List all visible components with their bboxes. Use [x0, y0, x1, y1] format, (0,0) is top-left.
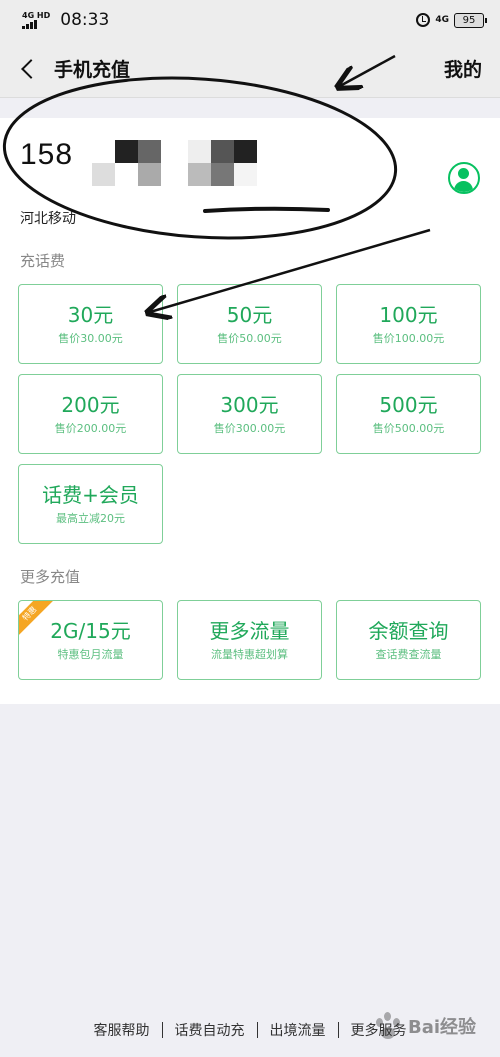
more-option-subtitle: 流量特惠超划算 [211, 647, 288, 661]
topup-option-member-bundle[interactable]: 话费+会员 最高立减20元 [18, 464, 163, 544]
topup-price: 售价500.00元 [372, 421, 445, 435]
watermark: Bai经验 [372, 1006, 482, 1046]
link-auto-recharge[interactable]: 话费自动充 [163, 1020, 257, 1040]
topup-option-200[interactable]: 200元 售价200.00元 [18, 374, 163, 454]
battery-icon: 95 [454, 12, 487, 28]
topup-price: 售价50.00元 [217, 331, 282, 345]
network-type: 4G HD [22, 10, 51, 20]
battery-level: 95 [462, 14, 476, 26]
topup-price: 售价200.00元 [54, 421, 127, 435]
back-icon[interactable] [18, 57, 42, 81]
topup-option-300[interactable]: 300元 售价300.00元 [177, 374, 322, 454]
more-option-more-data[interactable]: 更多流量 流量特惠超划算 [177, 600, 322, 680]
page-title: 手机充值 [54, 59, 131, 81]
topup-option-30[interactable]: 30元 售价30.00元 [18, 284, 163, 364]
topup-price: 售价100.00元 [372, 331, 445, 345]
signal-icon: 4G HD [22, 10, 51, 29]
phone-number-prefix: 158 [20, 138, 74, 171]
topup-amount: 200元 [61, 392, 120, 417]
more-option-subtitle: 特惠包月流量 [57, 647, 124, 661]
topup-amount: 100元 [379, 302, 438, 327]
topup-amount: 300元 [220, 392, 279, 417]
carrier-label: 河北移动 [20, 211, 76, 227]
more-option-title: 更多流量 [209, 618, 290, 643]
topup-amount: 500元 [379, 392, 438, 417]
topup-section-label: 充话费 [20, 252, 66, 270]
phone-number-field[interactable]: 158 河北移动 [20, 138, 480, 227]
contacts-icon[interactable] [448, 162, 480, 194]
topup-amount: 30元 [67, 302, 114, 327]
link-customer-service[interactable]: 客服帮助 [82, 1020, 162, 1040]
more-section-label: 更多充值 [20, 568, 81, 586]
topup-price: 最高立减20元 [56, 511, 125, 525]
more-option-title: 2G/15元 [50, 618, 131, 643]
more-option-title: 余额查询 [368, 618, 449, 643]
topup-option-100[interactable]: 100元 售价100.00元 [336, 284, 481, 364]
nav-bar: 手机充值 我的 [0, 40, 500, 98]
topup-price: 售价30.00元 [58, 331, 123, 345]
alarm-icon [416, 13, 431, 27]
link-roaming-data[interactable]: 出境流量 [258, 1020, 338, 1040]
paw-logo-icon [372, 1010, 404, 1042]
promo-badge: 特惠 [19, 601, 55, 639]
topup-amount: 50元 [226, 302, 273, 327]
topup-option-50[interactable]: 50元 售价50.00元 [177, 284, 322, 364]
topup-amount: 话费+会员 [42, 482, 139, 507]
status-bar: 4G HD 08:33 4G 95 [0, 0, 500, 40]
phone-number-redaction-2 [188, 140, 257, 186]
topup-price: 售价300.00元 [213, 421, 286, 435]
mine-button[interactable]: 我的 [444, 55, 482, 82]
status-time: 08:33 [60, 10, 110, 30]
network-4g-label: 4G [435, 14, 449, 25]
more-option-balance-query[interactable]: 余额查询 查话费查流量 [336, 600, 481, 680]
phone-number-redaction [92, 140, 161, 186]
watermark-text: Bai经验 [408, 1017, 477, 1038]
recharge-panel: 158 河北移动 充话费 30元 售价30.00元 50元 售价50.00元 1… [0, 118, 500, 704]
more-option-subtitle: 查话费查流量 [375, 647, 442, 661]
more-option-data-plan[interactable]: 特惠 2G/15元 特惠包月流量 [18, 600, 163, 680]
topup-option-500[interactable]: 500元 售价500.00元 [336, 374, 481, 454]
